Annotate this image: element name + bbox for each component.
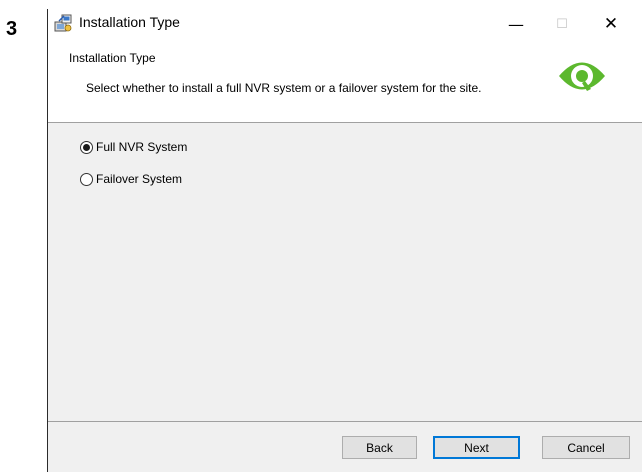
radio-full-nvr-system[interactable]: Full NVR System xyxy=(80,140,187,154)
header-description: Select whether to install a full NVR sys… xyxy=(86,81,482,95)
wizard-header: Installation Type Select whether to inst… xyxy=(48,39,642,123)
radio-button-unselected[interactable] xyxy=(80,172,93,186)
installer-icon xyxy=(54,14,72,32)
radio-button-selected[interactable] xyxy=(80,140,93,154)
back-button[interactable]: Back xyxy=(342,436,417,459)
window-title: Installation Type xyxy=(79,14,180,30)
wizard-content: Full NVR System Failover System xyxy=(48,123,642,421)
next-button[interactable]: Next xyxy=(433,436,520,459)
header-title: Installation Type xyxy=(69,51,156,65)
radio-label: Full NVR System xyxy=(96,140,188,154)
minimize-button[interactable]: — xyxy=(493,9,539,39)
wizard-footer: Back Next Cancel xyxy=(48,421,642,472)
installer-window: Installation Type — ☐ ✕ Installation Typ… xyxy=(47,9,642,472)
close-button[interactable]: ✕ xyxy=(588,9,634,39)
radio-failover-system[interactable]: Failover System xyxy=(80,172,182,186)
step-number: 3 xyxy=(6,18,18,40)
radio-label: Failover System xyxy=(96,172,183,186)
title-bar: Installation Type — ☐ ✕ xyxy=(48,9,642,39)
eye-logo-icon xyxy=(559,62,605,91)
maximize-button[interactable]: ☐ xyxy=(539,9,585,39)
cancel-button[interactable]: Cancel xyxy=(542,436,630,459)
